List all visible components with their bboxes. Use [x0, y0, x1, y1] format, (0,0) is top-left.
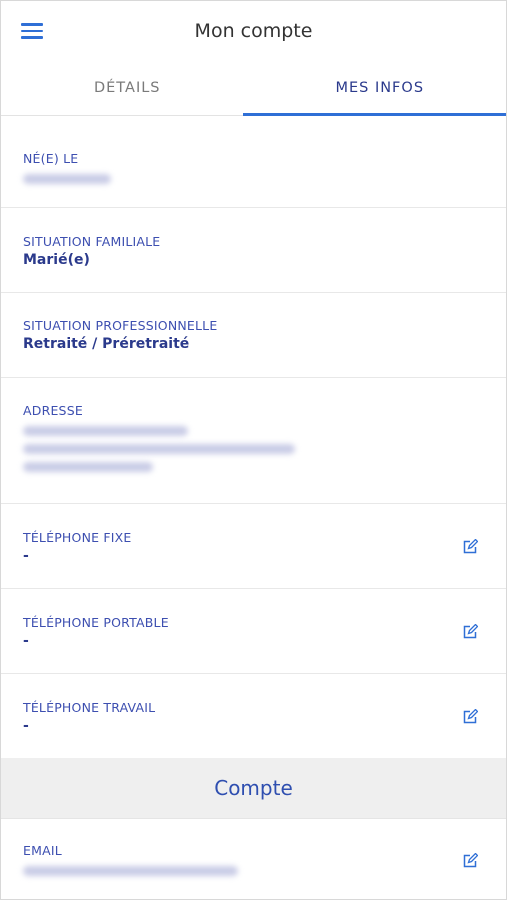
family-status-row: SITUATION FAMILIALE Marié(e)	[1, 208, 506, 293]
work-phone-label: TÉLÉPHONE TRAVAIL	[23, 700, 156, 715]
edit-pencil-icon[interactable]	[462, 539, 478, 555]
edit-pencil-icon[interactable]	[462, 624, 478, 640]
mobile-phone-row[interactable]: TÉLÉPHONE PORTABLE -	[1, 589, 506, 674]
birth-date-row: NÉ(E) LE	[1, 116, 506, 208]
work-phone-value: -	[23, 718, 29, 734]
account-section-header: Compte	[1, 758, 506, 819]
edit-pencil-icon[interactable]	[462, 709, 478, 725]
professional-status-value: Retraité / Préretraité	[23, 336, 190, 352]
work-phone-row[interactable]: TÉLÉPHONE TRAVAIL -	[1, 674, 506, 758]
address-line-1-redacted	[23, 426, 188, 436]
edit-pencil-icon[interactable]	[462, 853, 478, 869]
landline-phone-value: -	[23, 548, 29, 564]
address-line-2-redacted	[23, 444, 295, 454]
landline-phone-row[interactable]: TÉLÉPHONE FIXE -	[1, 504, 506, 589]
family-status-label: SITUATION FAMILIALE	[23, 234, 161, 249]
birth-date-value-redacted	[23, 174, 111, 184]
tab-details[interactable]: DÉTAILS	[1, 63, 254, 115]
email-row[interactable]: EMAIL	[1, 819, 506, 899]
tab-bar: DÉTAILS MES INFOS	[1, 63, 506, 116]
mobile-phone-value: -	[23, 633, 29, 649]
page-title: Mon compte	[194, 20, 313, 42]
professional-status-label: SITUATION PROFESSIONNELLE	[23, 318, 218, 333]
app-frame: Mon compte DÉTAILS MES INFOS NÉ(E) LE SI…	[0, 0, 507, 900]
email-label: EMAIL	[23, 843, 62, 858]
tab-my-info[interactable]: MES INFOS	[254, 63, 507, 115]
email-value-redacted	[23, 866, 238, 876]
professional-status-row: SITUATION PROFESSIONNELLE Retraité / Pré…	[1, 293, 506, 378]
address-line-3-redacted	[23, 462, 153, 472]
birth-date-label: NÉ(E) LE	[23, 151, 79, 166]
landline-phone-label: TÉLÉPHONE FIXE	[23, 530, 132, 545]
top-app-bar: Mon compte	[1, 1, 506, 63]
address-label: ADRESSE	[23, 403, 83, 418]
mobile-phone-label: TÉLÉPHONE PORTABLE	[23, 615, 169, 630]
address-row: ADRESSE	[1, 378, 506, 504]
family-status-value: Marié(e)	[23, 252, 90, 268]
